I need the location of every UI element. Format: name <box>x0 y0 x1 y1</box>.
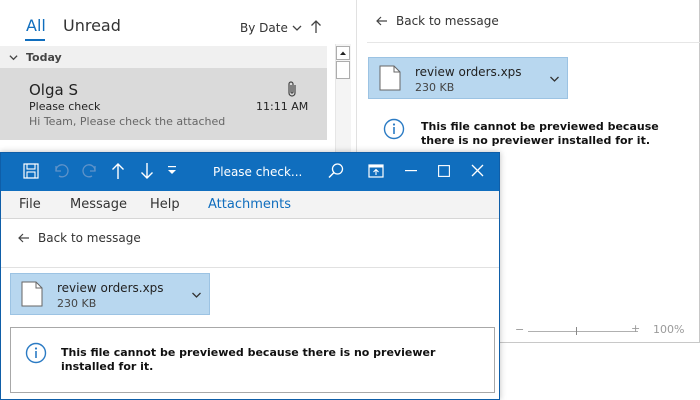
back-to-message-link[interactable]: Back to message <box>376 14 499 28</box>
preview-unavailable-message: This file cannot be previewed because th… <box>25 342 485 374</box>
chevron-down-icon[interactable] <box>191 290 202 300</box>
arrow-left-icon <box>18 233 30 243</box>
popout-icon[interactable] <box>368 164 384 178</box>
message-window: Please check... File Message Help Attach… <box>0 152 500 400</box>
mail-list-header: All Unread By Date <box>0 0 356 44</box>
info-icon <box>383 118 405 140</box>
document-icon <box>379 65 401 91</box>
scrollbar-thumb[interactable] <box>336 61 350 79</box>
zoom-control: − + 100% <box>510 322 696 340</box>
sort-by-label: By Date <box>240 21 288 35</box>
tab-all[interactable]: All <box>26 16 46 35</box>
preview-unavailable-text: This file cannot be previewed because th… <box>421 120 659 147</box>
attachment-size: 230 KB <box>415 81 455 94</box>
attachment-chip[interactable]: review orders.xps 230 KB <box>10 273 210 315</box>
undo-icon[interactable] <box>52 162 70 180</box>
zoom-slider-thumb[interactable] <box>576 327 577 335</box>
close-icon[interactable] <box>471 164 484 177</box>
sort-direction-icon[interactable] <box>310 20 322 34</box>
mail-subject: Please check <box>29 100 101 113</box>
preview-unavailable-text: This file cannot be previewed because th… <box>61 346 436 373</box>
attachment-name: review orders.xps <box>57 281 164 295</box>
tab-attachments[interactable]: Attachments <box>208 197 291 212</box>
mail-time: 11:11 AM <box>256 100 309 113</box>
group-header-today[interactable]: Today <box>0 46 327 68</box>
window-title: Please check... <box>213 165 303 179</box>
tab-message[interactable]: Message <box>70 197 127 212</box>
divider <box>1 267 499 268</box>
group-label: Today <box>26 50 62 64</box>
title-bar: Please check... <box>1 153 499 191</box>
preview-unavailable-message: This file cannot be previewed because th… <box>383 118 693 148</box>
customize-toolbar-icon[interactable] <box>167 165 177 177</box>
zoom-in-button[interactable]: + <box>631 322 640 335</box>
arrow-down-icon[interactable] <box>140 162 154 180</box>
chevron-down-icon <box>292 23 302 33</box>
mail-list-item[interactable]: Olga S Please check 11:11 AM Hi Team, Pl… <box>0 68 327 140</box>
mail-sender: Olga S <box>29 81 78 99</box>
back-to-message-label: Back to message <box>38 231 141 245</box>
zoom-level: 100% <box>653 323 685 336</box>
attachment-chip[interactable]: review orders.xps 230 KB <box>368 57 568 99</box>
sort-by-button[interactable]: By Date <box>240 21 302 35</box>
zoom-out-button[interactable]: − <box>515 323 524 336</box>
tab-help[interactable]: Help <box>150 197 180 212</box>
maximize-icon[interactable] <box>438 165 450 177</box>
paperclip-icon <box>286 80 298 98</box>
document-icon <box>21 281 43 307</box>
back-to-message-link[interactable]: Back to message <box>18 231 141 245</box>
mail-preview: Hi Team, Please check the attached <box>29 115 226 128</box>
save-icon[interactable] <box>22 162 40 180</box>
scrollbar-up-button[interactable] <box>336 46 350 60</box>
attachment-size: 230 KB <box>57 297 97 310</box>
arrow-up-icon[interactable] <box>111 162 125 180</box>
divider <box>367 42 700 43</box>
zoom-slider[interactable] <box>528 331 638 332</box>
ribbon-tabs: File Message Help Attachments <box>1 191 499 219</box>
back-to-message-label: Back to message <box>396 14 499 28</box>
search-icon[interactable] <box>327 162 345 180</box>
attachment-name: review orders.xps <box>415 65 522 79</box>
chevron-down-icon <box>9 53 18 62</box>
redo-icon[interactable] <box>81 162 99 180</box>
info-icon <box>25 342 47 364</box>
tab-all-underline <box>25 39 45 41</box>
minimize-icon[interactable] <box>405 170 417 172</box>
tab-unread[interactable]: Unread <box>63 16 121 35</box>
arrow-left-icon <box>376 16 388 26</box>
chevron-down-icon[interactable] <box>549 74 560 84</box>
tab-file[interactable]: File <box>19 197 41 212</box>
